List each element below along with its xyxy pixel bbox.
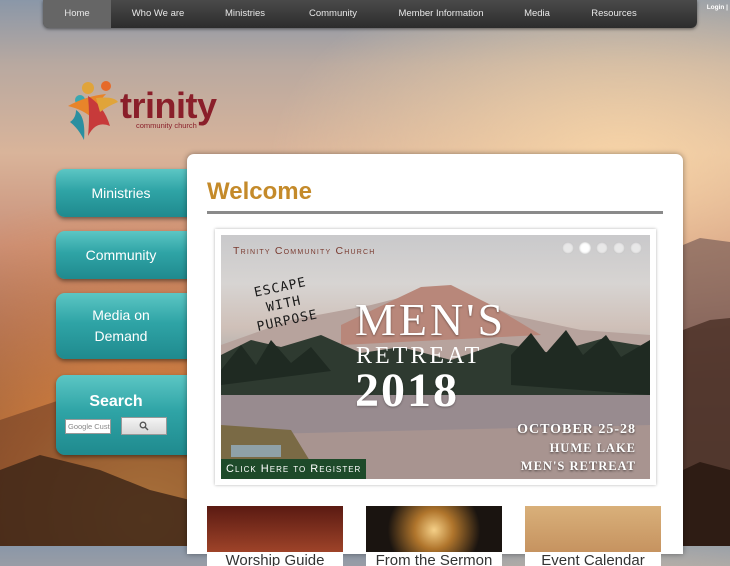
slider-dot-3[interactable] — [596, 242, 608, 254]
slider-dot-2[interactable] — [579, 242, 591, 254]
sidebar-media-on-demand-button[interactable]: Media on Demand — [56, 293, 196, 359]
nav-community[interactable]: Community — [285, 0, 381, 28]
title-divider — [207, 211, 663, 214]
hero-slide[interactable]: Trinity Community Church ESCAPE WITH PUR… — [221, 235, 650, 479]
slider-dot-5[interactable] — [630, 242, 642, 254]
nav-home[interactable]: Home — [43, 0, 111, 28]
slider-dot-1[interactable] — [562, 242, 574, 254]
hero-slider: Trinity Community Church ESCAPE WITH PUR… — [215, 229, 656, 485]
sidebar-community-button[interactable]: Community — [56, 231, 196, 279]
slider-pagination — [562, 242, 642, 254]
logo-subtitle: community church — [136, 121, 197, 130]
nav-member-information[interactable]: Member Information — [381, 0, 501, 28]
sidebar-community-label: Community — [85, 246, 157, 263]
logo-wordmark: trinity — [120, 85, 217, 126]
nav-ministries[interactable]: Ministries — [205, 0, 285, 28]
page-title: Welcome — [207, 178, 312, 205]
slider-dot-4[interactable] — [613, 242, 625, 254]
search-input[interactable]: Google Custom Search — [65, 418, 111, 434]
nav-who-we-are[interactable]: Who We are — [111, 0, 205, 28]
sidebar-ministries-button[interactable]: Ministries — [56, 169, 196, 217]
slide-event-details: OCTOBER 25-28 HUME LAKE MEN'S RETREAT — [517, 422, 636, 473]
worship-guide-label: Worship Guide — [207, 552, 343, 566]
sidebar-search-panel: Search Google Custom Search — [56, 375, 196, 455]
from-the-sermon-label: From the Sermon — [366, 552, 502, 566]
event-calendar-label: Event Calendar — [525, 552, 661, 566]
search-icon — [139, 421, 149, 431]
login-link[interactable]: Login | — [707, 4, 728, 11]
from-the-sermon-card[interactable]: From the Sermon — [366, 506, 502, 566]
sidebar-media-label-line2: Demand — [94, 328, 148, 344]
register-link[interactable]: Click Here to Register — [221, 459, 367, 479]
search-button[interactable] — [121, 417, 167, 435]
main-content-panel: Welcome Trinity Community Church ESCAPE … — [187, 154, 683, 566]
sidebar-media-label-line1: Media on — [92, 307, 150, 323]
slide-org-name: Trinity Community Church — [233, 245, 376, 257]
top-navigation: Home Who We are Ministries Community Mem… — [43, 0, 697, 28]
slide-year: 2018 — [355, 364, 459, 417]
slide-heading: MEN'S — [355, 294, 507, 345]
worship-guide-card[interactable]: Worship Guide — [207, 506, 343, 566]
nav-resources[interactable]: Resources — [573, 0, 655, 28]
nav-media[interactable]: Media — [501, 0, 573, 28]
event-calendar-card[interactable]: Event Calendar — [525, 506, 661, 566]
search-title: Search — [89, 393, 143, 410]
sidebar-ministries-label: Ministries — [91, 184, 151, 201]
